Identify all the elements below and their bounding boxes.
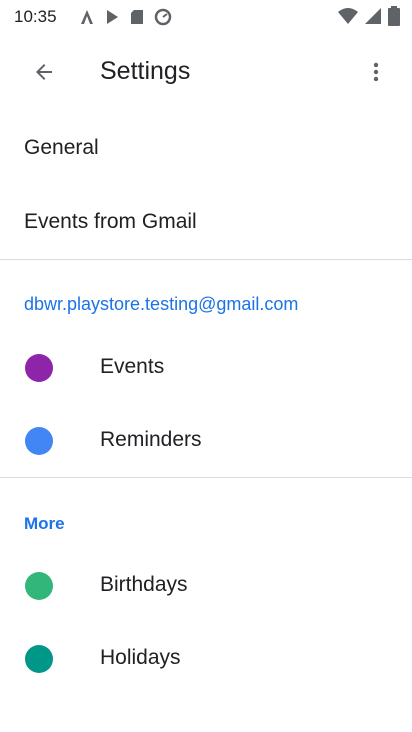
sd-card-icon: [130, 9, 144, 25]
more-section-header: More: [24, 514, 65, 533]
calendar-item-reminders[interactable]: Reminders: [0, 405, 412, 477]
calendar-color-dot: [25, 645, 53, 673]
battery-icon: [388, 6, 400, 26]
more-options-button[interactable]: [354, 50, 398, 94]
app-a-icon: [80, 9, 94, 25]
sync-icon: [154, 8, 172, 26]
calendar-label: Holidays: [100, 646, 181, 669]
notification-icons: [80, 8, 172, 26]
account-email-header: dbwr.playstore.testing@gmail.com: [24, 294, 299, 314]
calendar-color-dot: [25, 427, 53, 455]
calendar-color-dot: [25, 572, 53, 600]
system-icons: [338, 6, 400, 26]
events-from-gmail-label: Events from Gmail: [24, 210, 197, 233]
wifi-icon: [338, 7, 358, 25]
back-button[interactable]: [22, 50, 66, 94]
general-settings-item[interactable]: General: [0, 112, 412, 186]
signal-icon: [364, 7, 382, 25]
more-vert-icon: [364, 60, 388, 84]
calendar-item-holidays[interactable]: Holidays: [0, 623, 412, 695]
calendar-item-birthdays[interactable]: Birthdays: [0, 550, 412, 622]
app-bar: Settings: [0, 34, 412, 110]
general-label: General: [24, 136, 99, 159]
status-time: 10:35: [14, 7, 57, 26]
status-bar: 10:35: [0, 0, 412, 34]
divider: [0, 259, 412, 260]
divider: [0, 477, 412, 478]
arrow-back-icon: [32, 60, 56, 84]
calendar-item-events[interactable]: Events: [0, 332, 412, 404]
calendar-label: Events: [100, 355, 165, 378]
calendar-label: Reminders: [100, 428, 202, 451]
events-from-gmail-item[interactable]: Events from Gmail: [0, 186, 412, 260]
calendar-color-dot: [25, 354, 53, 382]
calendar-label: Birthdays: [100, 573, 188, 596]
app-b-icon: [104, 9, 120, 25]
page-title: Settings: [100, 57, 191, 85]
